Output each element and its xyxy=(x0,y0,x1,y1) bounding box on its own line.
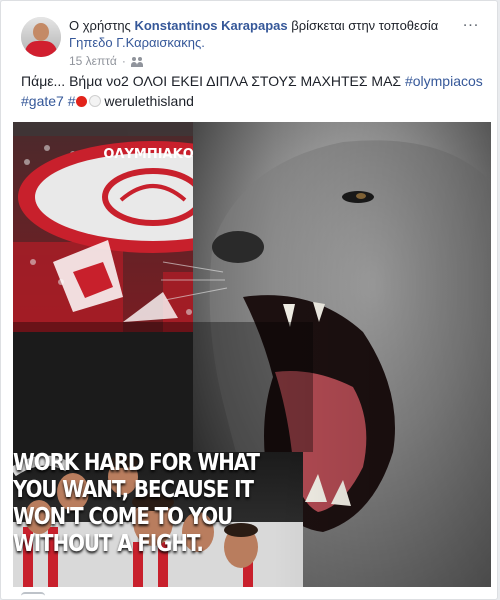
motivational-quote: WORK HARD FOR WHAT YOU WANT, BECAUSE IT … xyxy=(13,450,271,558)
place-link[interactable]: Γηπεδο Γ.Καραισκακης. xyxy=(69,35,205,50)
avatar[interactable] xyxy=(21,17,61,57)
post-body: Πάμε... Βήμα νο2 ΟΛΟΙ ΕΚΕΙ ΔΙΠΛΑ ΣΤΟΥΣ Μ… xyxy=(21,71,491,111)
post-headline: Ο χρήστης Konstantinos Karapapas βρίσκετ… xyxy=(69,17,469,51)
quote-line: WORK HARD FOR WHAT xyxy=(13,450,260,476)
reaction-icon[interactable] xyxy=(21,592,45,599)
hashtag-emoji[interactable]: # xyxy=(68,93,76,109)
timestamp[interactable]: 15 λεπτά xyxy=(69,54,117,69)
hashtag-olympiacos[interactable]: #olympiacos xyxy=(405,73,483,89)
quote-line: WITHOUT A FIGHT. xyxy=(13,531,204,557)
post-meta: Ο χρήστης Konstantinos Karapapas βρίσκετ… xyxy=(69,17,469,69)
post-text: Πάμε... Βήμα νο2 ΟΛΟΙ ΕΚΕΙ ΔΙΠΛΑ ΣΤΟΥΣ Μ… xyxy=(21,73,402,89)
post-header: Ο χρήστης Konstantinos Karapapas βρίσκετ… xyxy=(13,11,483,68)
friends-icon[interactable] xyxy=(130,56,143,67)
white-circle-icon xyxy=(88,95,101,107)
facebook-post: Ο χρήστης Konstantinos Karapapas βρίσκετ… xyxy=(0,0,498,600)
location-phrase: βρίσκεται στην τοποθεσία xyxy=(291,18,439,33)
hashtag-gate7[interactable]: #gate7 xyxy=(21,93,64,109)
red-circle-icon xyxy=(75,96,87,107)
post-trailing-text: werulethisland xyxy=(104,93,194,109)
quote-line: WON'T COME TO YOU xyxy=(13,504,233,530)
headline-prefix: Ο χρήστης xyxy=(69,18,131,33)
club-banner-text: ΟΛΥΜΠΙΑΚΟΣ xyxy=(103,147,202,162)
separator: · xyxy=(121,54,126,68)
quote-line: YOU WANT, BECAUSE IT xyxy=(13,477,254,503)
post-photo[interactable]: ΟΛΥΜΠΙΑΚΟΣ WORK HARD FOR WHAT YOU WANT, … xyxy=(13,122,491,587)
post-subline: 15 λεπτά · xyxy=(69,54,469,69)
author-name[interactable]: Konstantinos Karapapas xyxy=(134,18,287,33)
post-menu-button[interactable]: ... xyxy=(459,14,483,33)
reactions-bar xyxy=(1,589,497,599)
